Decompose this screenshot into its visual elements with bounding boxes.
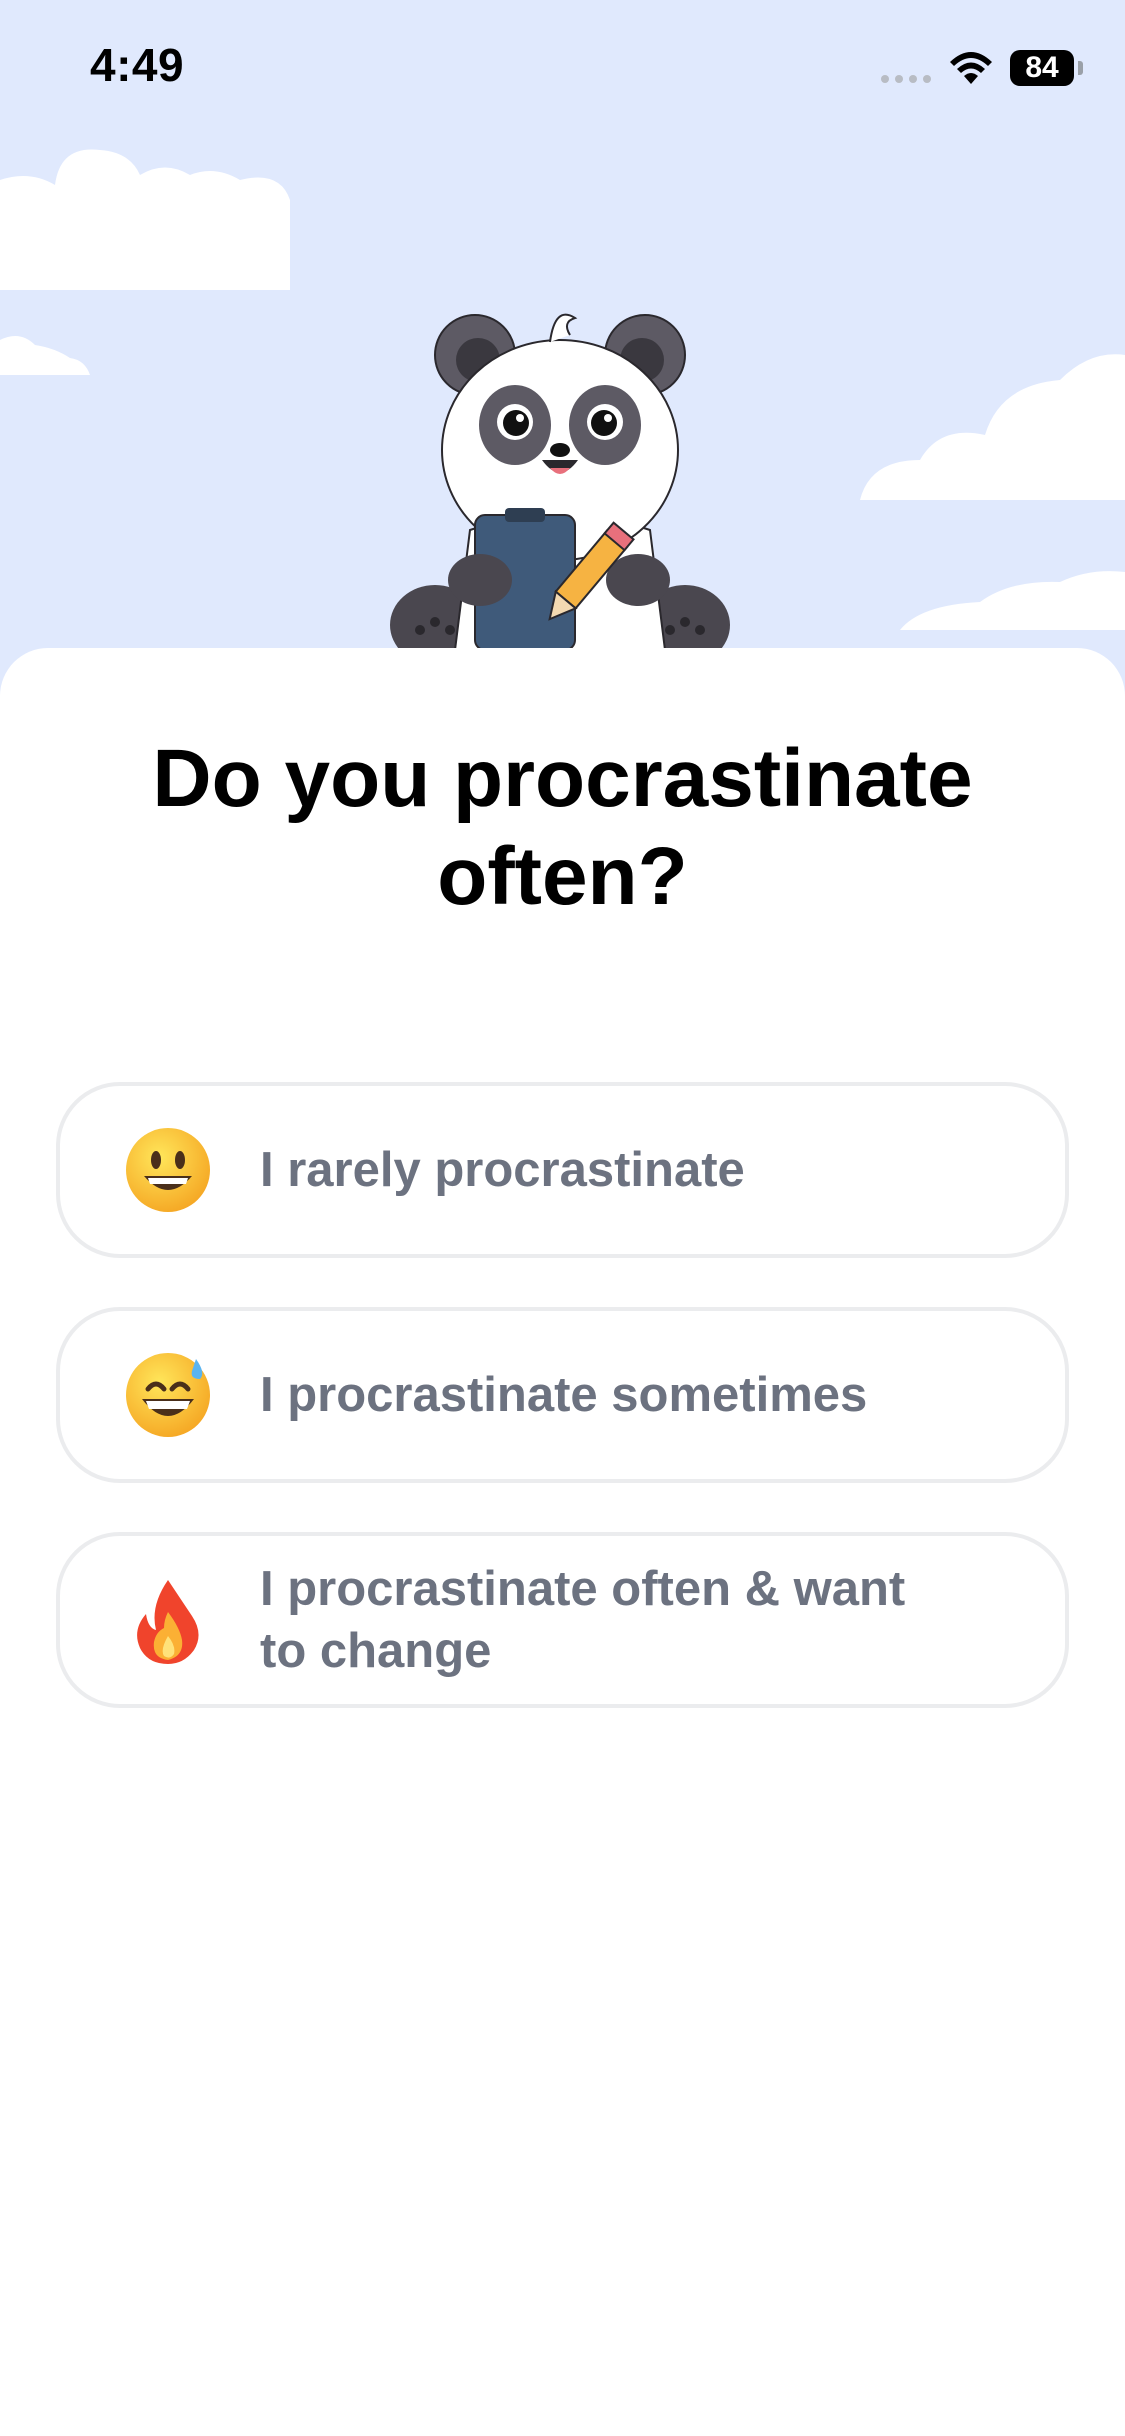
panda-mascot-illustration bbox=[390, 313, 730, 650]
battery-cap bbox=[1078, 61, 1083, 75]
cloud-left-small bbox=[0, 336, 90, 375]
wifi-icon bbox=[950, 52, 992, 84]
cloud-right bbox=[860, 354, 1125, 500]
option-label: I rarely procrastinate bbox=[260, 1143, 745, 1197]
cloud-right-low bbox=[900, 571, 1125, 630]
option-label: I procrastinate often & want to change bbox=[260, 1562, 906, 1678]
option-label: I procrastinate sometimes bbox=[260, 1368, 868, 1422]
grinning-face-with-sweat-icon bbox=[126, 1353, 210, 1437]
cellular-signal-icon bbox=[881, 75, 931, 83]
grinning-face-icon bbox=[126, 1128, 210, 1212]
cloud-left bbox=[0, 149, 290, 290]
option-rarely[interactable]: I rarely procrastinate bbox=[56, 1082, 1069, 1258]
option-often[interactable]: I procrastinate often & want to change bbox=[56, 1532, 1069, 1708]
fire-icon bbox=[137, 1580, 199, 1664]
question-title: Do you procrastinate often? bbox=[152, 733, 973, 923]
option-sometimes[interactable]: I procrastinate sometimes bbox=[56, 1307, 1069, 1483]
battery-indicator: 84 bbox=[1010, 50, 1074, 86]
status-time: 4:49 bbox=[90, 39, 185, 91]
